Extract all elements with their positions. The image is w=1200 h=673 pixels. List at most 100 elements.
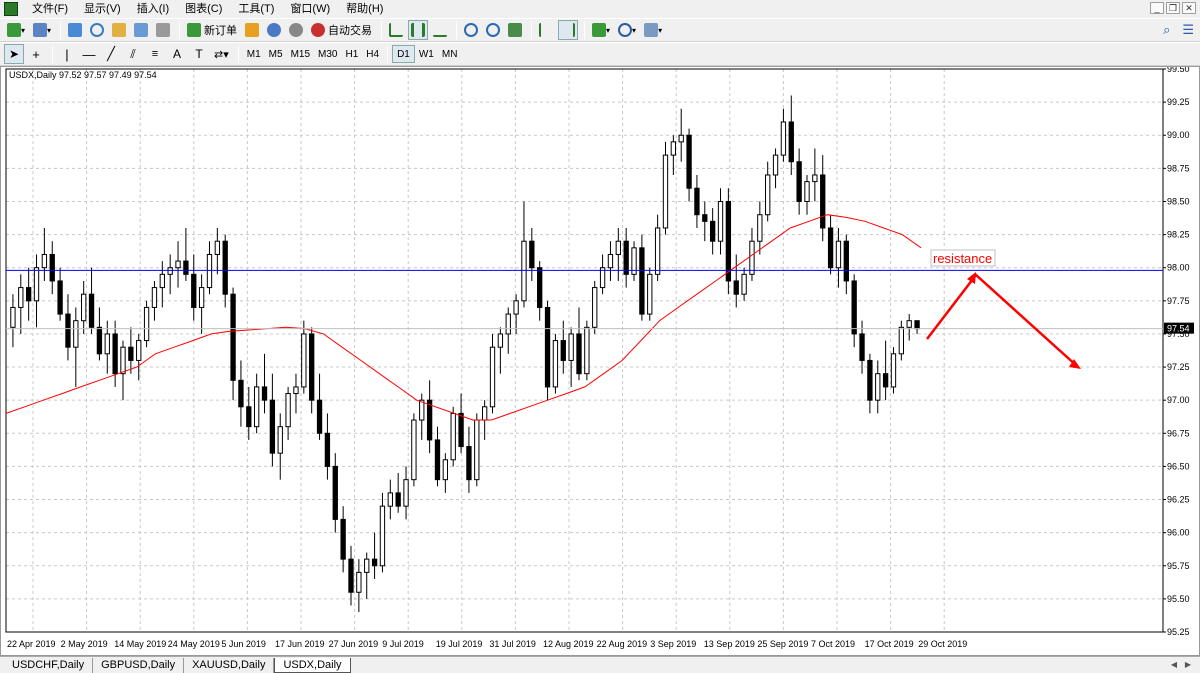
periods-button[interactable]: ▾ (615, 20, 639, 40)
tab-xauusd[interactable]: XAUUSD,Daily (184, 658, 275, 673)
arrows-button[interactable]: ⇄▾ (211, 44, 232, 64)
price-tick-label: 98.50 (1167, 196, 1190, 206)
candle (269, 373, 276, 467)
menu-view[interactable]: 显示(V) (76, 0, 129, 18)
date-tick-label: 29 Oct 2019 (918, 639, 967, 649)
timeframe-m15[interactable]: M15 (287, 45, 314, 63)
trendline-button[interactable]: ╱ (101, 44, 121, 64)
community-icon[interactable]: ☰ (1182, 22, 1194, 38)
candle (73, 307, 79, 387)
timeframe-mn[interactable]: MN (438, 45, 462, 63)
navigator-icon (112, 23, 127, 37)
market-watch-icon (68, 23, 83, 37)
menu-file[interactable]: 文件(F) (24, 0, 76, 18)
candle (364, 552, 370, 599)
candle (513, 294, 519, 334)
timeframe-d1[interactable]: D1 (392, 45, 415, 63)
new-order-button[interactable]: 新订单 (184, 20, 240, 40)
candle (316, 373, 323, 440)
tester-button[interactable] (153, 20, 173, 40)
candle (521, 201, 527, 308)
timeframe-h4[interactable]: H4 (362, 45, 383, 63)
candlestick-button[interactable] (408, 20, 429, 40)
price-chart[interactable]: resistance USDX,Daily 97.52 97.57 97.49 … (1, 64, 1199, 655)
cursor-button[interactable]: ➤ (4, 44, 24, 64)
experts-button[interactable] (264, 20, 284, 40)
chart-window[interactable]: resistance USDX,Daily 97.52 97.57 97.49 … (0, 64, 1200, 656)
trendline-icon: ╱ (107, 46, 115, 61)
timeframe-m1[interactable]: M1 (243, 45, 265, 63)
tab-gbpusd[interactable]: GBPUSD,Daily (93, 658, 185, 673)
line-studies-toolbar: ➤ + | — ╱ ⫽ ≡ A T ⇄▾ M1 M5 M15 M30 H1 H4… (0, 42, 1200, 66)
candle (843, 234, 849, 295)
tab-usdx[interactable]: USDX,Daily (274, 658, 351, 673)
resistance-annotation[interactable]: resistance (930, 249, 996, 267)
metaeditor-button[interactable] (242, 20, 262, 40)
price-tick-label: 96.50 (1167, 461, 1190, 471)
menu-window[interactable]: 窗口(W) (282, 0, 338, 18)
standard-toolbar: ▾ ▾ 新订单 自动交易 ▾ ▾ ▾ ⌕ ☰ (0, 18, 1200, 42)
crosshair-button[interactable]: + (26, 44, 46, 64)
bar-chart-button[interactable] (386, 20, 406, 40)
candle (623, 227, 629, 288)
menu-insert[interactable]: 插入(I) (129, 0, 177, 18)
menu-charts[interactable]: 图表(C) (177, 0, 230, 18)
app-logo-icon (4, 2, 18, 16)
candle (41, 227, 48, 281)
timeframe-h1[interactable]: H1 (341, 45, 362, 63)
tab-scroll-right-icon[interactable]: ▶ (1182, 659, 1194, 671)
auto-trading-button[interactable]: 自动交易 (308, 20, 375, 40)
profiles-button[interactable]: ▾ (30, 20, 54, 40)
current-price-value: 97.54 (1167, 324, 1190, 334)
zoom-in-button[interactable] (461, 20, 481, 40)
signals-button[interactable] (286, 20, 306, 40)
chart-tabs: USDCHF,Daily GBPUSD,Daily XAUUSD,Daily U… (0, 656, 1200, 673)
candle (474, 413, 480, 487)
toolbar-separator (60, 21, 62, 39)
date-tick-label: 13 Sep 2019 (704, 639, 755, 649)
equidistant-channel-button[interactable]: ⫽ (123, 44, 143, 64)
minimize-icon[interactable]: _ (1150, 2, 1164, 14)
horizontal-line-button[interactable]: — (79, 44, 99, 64)
fibonacci-button[interactable]: ≡ (145, 44, 165, 64)
market-watch-button[interactable] (65, 20, 85, 40)
candle (757, 201, 763, 255)
timeframe-m5[interactable]: M5 (265, 45, 287, 63)
timeframe-m30[interactable]: M30 (314, 45, 341, 63)
terminal-button[interactable] (131, 20, 151, 40)
tab-scroll-left-icon[interactable]: ◀ (1168, 659, 1180, 671)
zoom-out-button[interactable] (483, 20, 503, 40)
timeframe-w1[interactable]: W1 (415, 45, 438, 63)
restore-icon[interactable]: ❐ (1166, 2, 1180, 14)
menu-tools[interactable]: 工具(T) (230, 0, 282, 18)
text-button[interactable]: A (167, 44, 187, 64)
navigator-button[interactable] (109, 20, 129, 40)
cursor-icon: ➤ (8, 47, 20, 61)
candle (796, 148, 802, 215)
candle (576, 307, 582, 381)
data-window-button[interactable] (87, 20, 107, 40)
tile-windows-button[interactable] (505, 20, 525, 40)
candle (804, 174, 810, 215)
line-chart-button[interactable] (430, 20, 450, 40)
candle (379, 492, 386, 573)
menu-help[interactable]: 帮助(H) (338, 0, 391, 18)
indicators-button[interactable]: ▾ (589, 20, 613, 40)
price-tick-label: 95.25 (1167, 627, 1190, 637)
search-icon[interactable]: ⌕ (1163, 22, 1170, 38)
candle (434, 426, 441, 487)
vertical-line-button[interactable]: | (57, 44, 77, 64)
new-chart-button[interactable]: ▾ (4, 20, 28, 40)
autoscroll-button[interactable] (558, 20, 579, 40)
price-tick-label: 99.25 (1167, 97, 1190, 107)
tab-usdchf[interactable]: USDCHF,Daily (4, 658, 94, 673)
close-icon[interactable]: ✕ (1182, 2, 1196, 14)
candle (387, 479, 393, 520)
chart-shift-button[interactable] (536, 20, 556, 40)
forecast-arrows[interactable] (926, 272, 1081, 369)
candle (167, 254, 173, 295)
text-label-button[interactable]: T (189, 44, 209, 64)
templates-button[interactable]: ▾ (641, 20, 665, 40)
candle (568, 327, 574, 387)
time-axis: 22 Apr 2019 2 May 2019 14 May 2019 24 May 2… (7, 639, 967, 649)
